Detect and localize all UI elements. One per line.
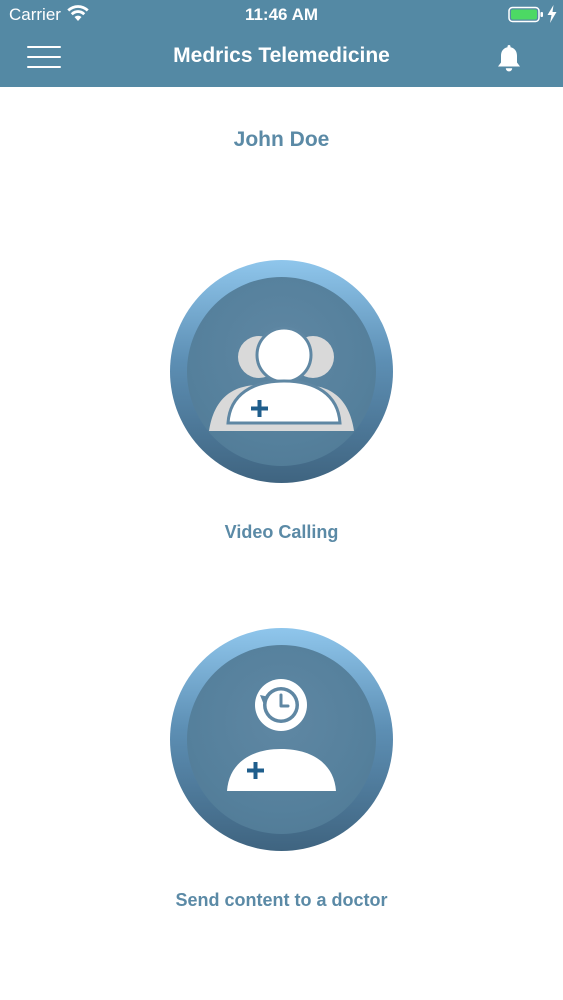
send-content-tile[interactable]: Send content to a doctor xyxy=(0,628,563,918)
app-screen: Carrier 11:46 AM Medrics Telemedicine Jo… xyxy=(0,0,563,1000)
send-content-button[interactable] xyxy=(170,628,393,851)
bell-icon xyxy=(498,45,520,72)
navigation-bar: Medrics Telemedicine xyxy=(0,30,563,87)
video-call-group-icon xyxy=(209,326,354,431)
video-calling-label: Video Calling xyxy=(224,522,339,542)
notifications-button[interactable] xyxy=(490,40,528,78)
send-content-label: Send content to a doctor xyxy=(175,890,388,910)
charging-bolt-icon xyxy=(547,5,557,23)
user-name: John Doe xyxy=(233,128,330,151)
status-bar: Carrier 11:46 AM xyxy=(0,0,563,30)
battery-icon xyxy=(508,6,543,23)
send-content-doctor-icon xyxy=(227,679,336,791)
status-time: 11:46 AM xyxy=(244,5,319,24)
video-calling-tile[interactable]: Video Calling xyxy=(0,260,563,550)
video-calling-button[interactable] xyxy=(170,260,393,483)
page-title: Medrics Telemedicine xyxy=(173,44,390,67)
header: Carrier 11:46 AM Medrics Telemedicine xyxy=(0,0,563,87)
